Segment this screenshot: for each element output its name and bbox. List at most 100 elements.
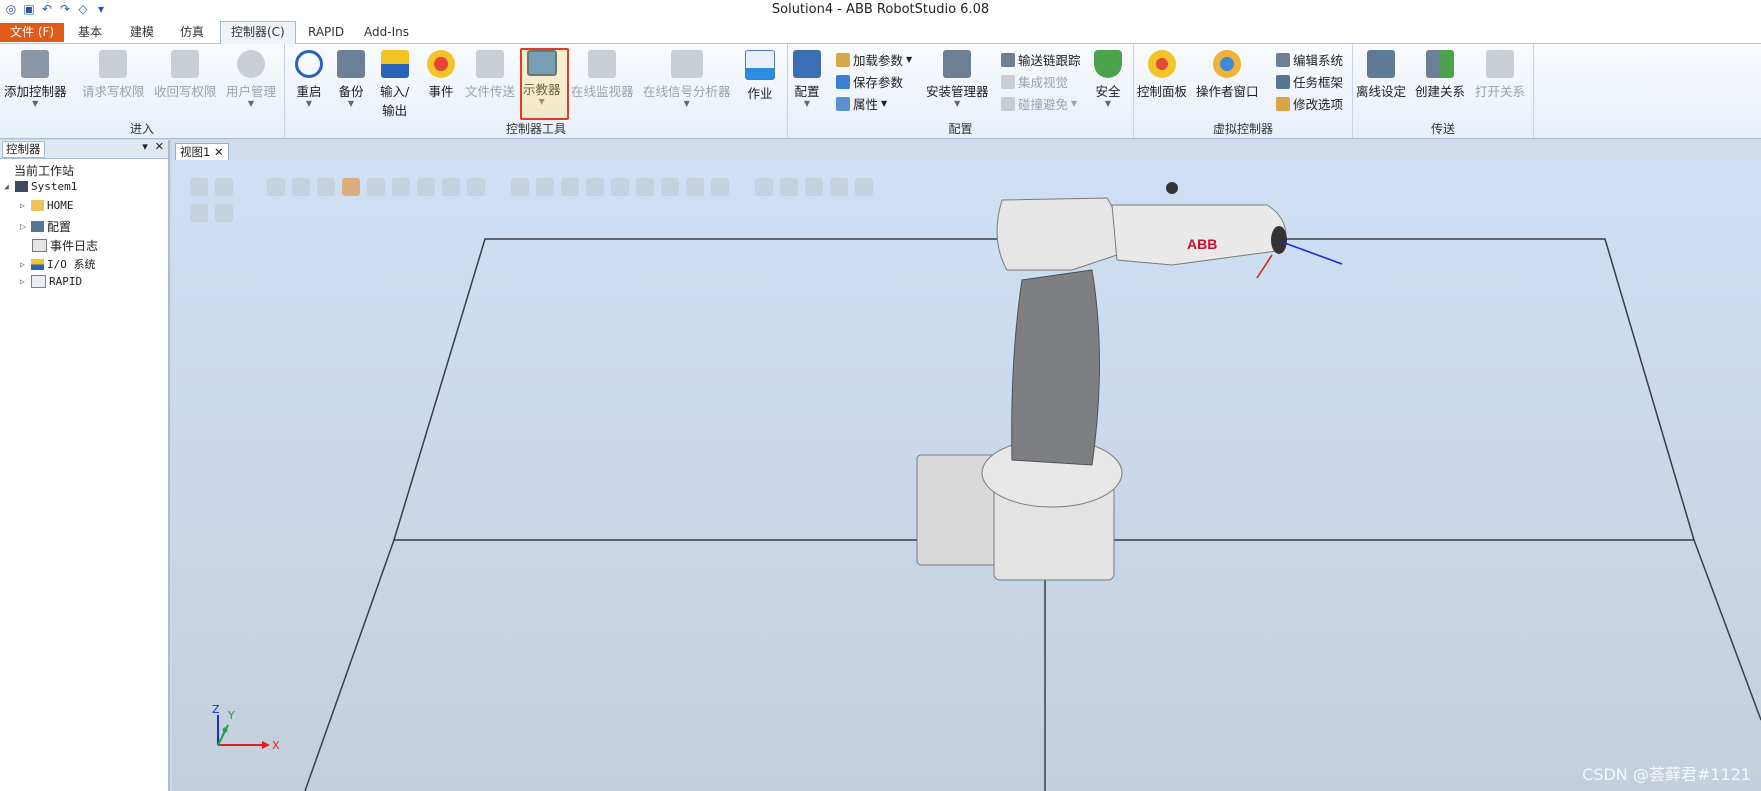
tree-label: 当前工作站 bbox=[14, 164, 75, 178]
tree-label: HOME bbox=[47, 199, 74, 212]
properties-label: 属性 bbox=[853, 97, 879, 112]
signal-chart-icon bbox=[670, 50, 703, 78]
tree-item-current-station[interactable]: 当前工作站 bbox=[14, 162, 74, 179]
save-params-label: 保存参数 bbox=[853, 75, 904, 90]
tab-basic[interactable]: 基本 bbox=[68, 22, 112, 42]
collision-avoidance-button[interactable]: 碰撞避免 ▼ bbox=[1001, 94, 1077, 113]
offline-setup-button[interactable]: 离线设定 bbox=[1356, 50, 1406, 100]
robot-arm[interactable]: ABB bbox=[916, 182, 1343, 581]
close-icon[interactable]: ✕ bbox=[214, 145, 224, 159]
modify-options-button[interactable]: 修改选项 bbox=[1276, 94, 1343, 113]
close-icon[interactable]: ✕ bbox=[155, 140, 164, 153]
signal-analyzer-label: 在线信号分析器 bbox=[643, 84, 731, 99]
tab-rapid[interactable]: RAPID bbox=[298, 22, 354, 42]
tab-modeling[interactable]: 建模 bbox=[120, 22, 164, 42]
control-panel-button[interactable]: 控制面板 bbox=[1137, 50, 1187, 100]
open-relation-label: 打开关系 bbox=[1475, 84, 1526, 99]
revoke-write-button[interactable]: 收回写权限 bbox=[154, 50, 217, 100]
properties-button[interactable]: 属性 ▼ bbox=[836, 94, 887, 113]
file-transfer-button[interactable]: 文件传送 bbox=[465, 50, 515, 100]
backup-label: 备份 bbox=[338, 84, 364, 99]
request-write-button[interactable]: 请求写权限 bbox=[82, 50, 145, 100]
expand-icon[interactable]: ▷ bbox=[20, 222, 28, 231]
backup-button[interactable]: 备份 ▼ bbox=[337, 50, 365, 108]
group-transfer: 离线设定 创建关系 打开关系 传送 bbox=[1353, 44, 1534, 138]
control-panel-label: 控制面板 bbox=[1137, 84, 1188, 99]
tree-label: 配置 bbox=[47, 220, 72, 234]
event-log-icon bbox=[32, 239, 47, 252]
restart-label: 重启 bbox=[296, 84, 322, 99]
io-button[interactable]: 输入/ 输出 bbox=[380, 50, 409, 119]
group-label-virtual-controller: 虚拟控制器 bbox=[1212, 122, 1273, 136]
load-params-button[interactable]: 加载参数 ▼ bbox=[836, 50, 912, 69]
group-config: 配置 ▼ 加载参数▼ 保存参数 属性▼ 安装管理器 ▼ 输送链跟踪 集成视觉 bbox=[788, 44, 1134, 138]
dropdown-arrow-icon: ▼ bbox=[954, 99, 961, 108]
tab-view1[interactable]: 视图1 ✕ bbox=[175, 143, 229, 161]
online-monitor-button[interactable]: 在线监视器 bbox=[571, 50, 634, 100]
tree-item-rapid[interactable]: ▷ RAPID bbox=[20, 275, 82, 288]
online-monitor-label: 在线监视器 bbox=[571, 84, 634, 99]
group-virtual-controller: 控制面板 操作者窗口 编辑系统 任务框架 修改选项 虚拟控制器 bbox=[1134, 44, 1353, 138]
restart-button[interactable]: 重启 ▼ bbox=[295, 50, 323, 108]
tree-item-io-system[interactable]: ▷ I/O 系统 bbox=[20, 256, 96, 272]
jobs-button[interactable]: 作业 bbox=[745, 50, 775, 102]
dropdown-arrow-icon: ▼ bbox=[1104, 99, 1112, 108]
tab-simulation[interactable]: 仿真 bbox=[170, 22, 214, 42]
task-frames-button[interactable]: 任务框架 bbox=[1276, 72, 1343, 91]
tree-item-home[interactable]: ▷ HOME bbox=[20, 199, 74, 212]
operator-icon bbox=[1213, 50, 1242, 78]
io-system-icon bbox=[31, 258, 44, 270]
backup-icon bbox=[337, 50, 365, 78]
tree-item-system1[interactable]: ◢ System1 bbox=[4, 180, 77, 193]
create-relation-button[interactable]: 创建关系 bbox=[1415, 50, 1465, 100]
events-button[interactable]: 事件 bbox=[427, 50, 455, 100]
folder-icon bbox=[31, 200, 44, 211]
expand-icon[interactable]: ▷ bbox=[20, 201, 28, 210]
tool-axis-x bbox=[1256, 254, 1273, 279]
safety-button[interactable]: 安全 ▼ bbox=[1094, 50, 1122, 108]
robot-lower-arm bbox=[1011, 269, 1100, 466]
integrated-vision-button[interactable]: 集成视觉 bbox=[1001, 72, 1068, 91]
dropdown-arrow-icon: ▼ bbox=[247, 99, 255, 108]
configure-button[interactable]: 配置 ▼ bbox=[793, 50, 821, 108]
tab-addins[interactable]: Add-Ins bbox=[354, 22, 419, 42]
open-relation-button[interactable]: 打开关系 bbox=[1475, 50, 1525, 100]
controller-add-icon bbox=[21, 50, 50, 78]
tab-file[interactable]: 文件 (F) bbox=[0, 23, 65, 42]
group-label-enter: 进入 bbox=[129, 122, 154, 136]
properties-icon bbox=[836, 96, 850, 111]
view-area: 视图1 ✕ ABB X Z Y CSDN @荟藓君#1121 bbox=[172, 140, 1761, 791]
user-management-button[interactable]: 用户管理 ▼ bbox=[226, 50, 276, 108]
edit-system-button[interactable]: 编辑系统 bbox=[1276, 50, 1343, 69]
conveyor-icon bbox=[1001, 52, 1015, 67]
robot-upper-arm bbox=[1111, 204, 1287, 266]
save-params-button[interactable]: 保存参数 bbox=[836, 72, 903, 91]
offline-setup-label: 离线设定 bbox=[1356, 84, 1407, 99]
operator-window-button[interactable]: 操作者窗口 bbox=[1196, 50, 1259, 100]
conveyor-tracking-button[interactable]: 输送链跟踪 bbox=[1001, 50, 1081, 69]
control-panel-icon bbox=[1148, 50, 1176, 78]
tab-controller[interactable]: 控制器(C) bbox=[220, 21, 296, 44]
flexpendant-highlight-box bbox=[520, 48, 569, 120]
load-params-label: 加载参数 bbox=[853, 53, 904, 68]
conveyor-tracking-label: 输送链跟踪 bbox=[1018, 53, 1081, 68]
tree-label: RAPID bbox=[49, 275, 83, 288]
panel-tab-controller[interactable]: 控制器 bbox=[2, 141, 45, 158]
add-controller-button[interactable]: 添加控制器 ▼ bbox=[4, 50, 67, 108]
expand-icon[interactable]: ▷ bbox=[20, 277, 28, 286]
expand-icon[interactable]: ▷ bbox=[20, 260, 28, 269]
tree-item-event-log[interactable]: 事件日志 bbox=[32, 237, 98, 254]
operator-window-label: 操作者窗口 bbox=[1196, 84, 1259, 99]
collapse-icon[interactable]: ◢ bbox=[4, 182, 12, 191]
3d-viewport[interactable]: ABB X Z Y CSDN @荟藓君#1121 bbox=[172, 160, 1761, 791]
edit-system-label: 编辑系统 bbox=[1293, 53, 1344, 68]
install-manager-button[interactable]: 安装管理器 ▼ bbox=[926, 50, 989, 108]
pin-icon[interactable]: ▾ bbox=[142, 140, 148, 153]
io-label-line1: 输入/ bbox=[380, 84, 410, 99]
signal-analyzer-button[interactable]: 在线信号分析器 ▼ bbox=[643, 50, 731, 108]
tree-item-config[interactable]: ▷ 配置 bbox=[20, 218, 71, 235]
panel-tab-bar: 控制器 ▾ ✕ bbox=[0, 140, 168, 159]
safety-shield-icon bbox=[1094, 50, 1122, 78]
integrated-vision-label: 集成视觉 bbox=[1018, 75, 1069, 90]
add-controller-label: 添加控制器 bbox=[4, 84, 67, 99]
